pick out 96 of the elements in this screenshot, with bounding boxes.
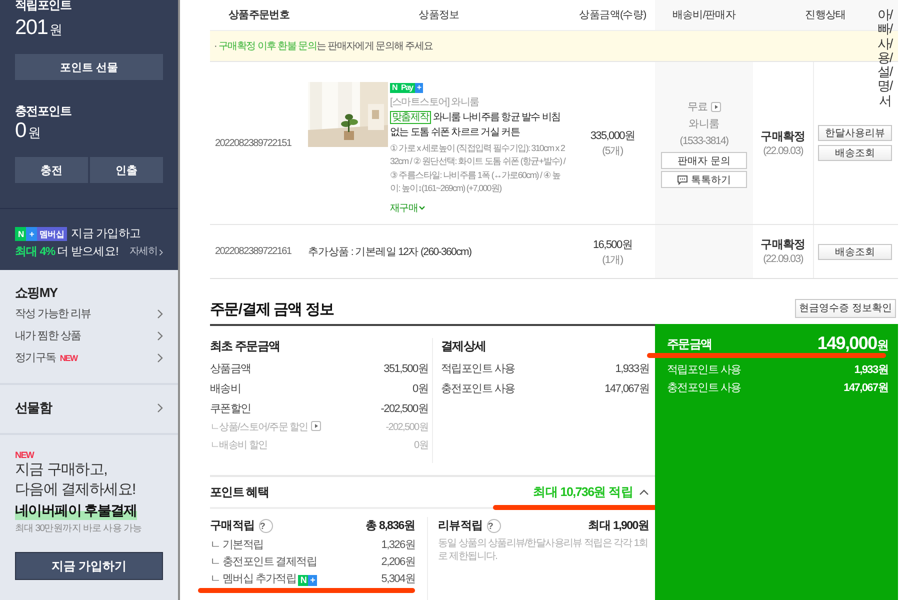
order-status: 구매확정 [760, 130, 806, 144]
amount-label: 적립포인트 사용 [667, 363, 741, 378]
amount-value: 0원 [414, 439, 428, 453]
new-label: NEW [60, 352, 78, 365]
amount-value: 351,500원 [384, 362, 428, 377]
menu-item[interactable]: 정기구독 NEW [15, 347, 163, 369]
seller-inquiry-button[interactable]: 판매자 문의 [661, 152, 747, 169]
status-date: (22.09.03) [763, 144, 803, 158]
help-icon[interactable]: ? [486, 519, 501, 533]
total-label: 주문금액 [667, 336, 712, 353]
amount-value: 5,304원 [381, 572, 415, 587]
amount-value: 1,326원 [381, 538, 415, 553]
seller-name: 와니룸 [688, 117, 720, 132]
chevron-right-icon [157, 309, 163, 319]
amount-label: 충전포인트 사용 [441, 382, 515, 397]
charge-points-label: 충전포인트 [15, 104, 72, 118]
chevron-right-icon [159, 248, 163, 256]
amount-value: -202,500원 [386, 421, 428, 435]
price: 16,500원 [592, 238, 632, 252]
speech-bubble-icon [677, 174, 688, 184]
vertical-note: 아/빠/사/용/설/명/서 [876, 8, 893, 108]
gift-box-item[interactable]: 선물함 [15, 396, 163, 420]
column-header: 배송비/판매자 [655, 0, 753, 30]
amount-label: ㄴ 멤버십 추가적립 N + [210, 572, 317, 588]
total-amount: 149,000원 [817, 332, 888, 355]
tracking-button[interactable]: 배송조회 [818, 244, 892, 260]
amount-label: 적립포인트 사용 [441, 362, 515, 377]
review-note: 동일 상품의 상품리뷰/한달사용리뷰 적립은 각각 1회로 제한됩니다. [438, 537, 649, 563]
rebuy-link[interactable]: 재구매 [390, 201, 425, 216]
chevron-right-icon [157, 403, 163, 413]
points-label: 적립포인트 [15, 0, 72, 12]
seller-phone: (1533-3814) [680, 134, 728, 149]
column-title: 결제상세 [441, 338, 487, 354]
amount-value: 2,206원 [381, 555, 415, 570]
new-label: NEW [15, 450, 36, 460]
membership-text: 지금 가입하고 [71, 227, 141, 242]
shipping-fee: 무료 [687, 98, 721, 116]
amount-value: 1,933원 [615, 362, 649, 377]
price: 335,000원 [590, 129, 635, 143]
addon-product: 추가상품 : 기본레일 12자 (260-360cm) [308, 244, 472, 258]
amount-value: 1,933원 [854, 363, 888, 378]
withdraw-button[interactable]: 인출 [90, 157, 163, 183]
amount-label: 리뷰적립 [438, 519, 483, 534]
review-button[interactable]: 한달사용리뷰 [818, 125, 892, 141]
column-header: 상품주문번호 [227, 8, 291, 23]
promo-note: 최대 30만원까지 바로 사용 가능 [15, 522, 143, 536]
amount-value: 0원 [412, 382, 428, 397]
product-title[interactable]: 맞춤제작 와니룸 나비주름 항균 발수 비침없는 도톰 쉬폰 차르르 거실 커튼 [390, 110, 566, 140]
membership-offer: 최대 4% 더 받으세요! [15, 245, 118, 260]
charge-button[interactable]: 충전 [15, 157, 88, 183]
amount-label: 구매적립 [210, 519, 255, 534]
amount-value: 총 8,836원 [365, 519, 415, 534]
join-button[interactable]: 지금 가입하기 [15, 552, 163, 580]
store-name: [스마트스토어] 와니룸 [390, 96, 479, 110]
amount-value: 147,067원 [604, 382, 649, 397]
promo-text: 지금 구매하고, [15, 460, 108, 480]
amount-value: 최대 1,900원 [588, 519, 649, 534]
order-status: 구매확정 [760, 238, 806, 252]
status-date: (22.09.03) [763, 252, 803, 266]
receipt-button[interactable]: 현금영수증 정보확인 [795, 298, 896, 318]
amount-label: 상품금액 [210, 362, 251, 377]
amount-label: ㄴ상품/스토어/주문 할인 [210, 419, 321, 437]
caret-down-icon [418, 206, 425, 210]
chevron-right-icon [157, 353, 163, 363]
column-title: 최초 주문금액 [210, 338, 281, 354]
menu-item[interactable]: 내가 찜한 상품 [15, 325, 163, 347]
points-balance: 201 원 [15, 16, 63, 41]
amount-label: ㄴ배송비 할인 [210, 439, 268, 453]
charge-points-balance: 0 원 [15, 119, 42, 144]
section-title: 쇼핑MY [15, 285, 59, 301]
caret-up-icon[interactable] [639, 489, 649, 495]
column-header: 상품금액(수량) [578, 8, 647, 23]
amount-label: 쿠폰할인 [210, 402, 251, 417]
chat-button[interactable]: 톡톡하기 [661, 171, 747, 188]
tracking-button[interactable]: 배송조회 [818, 145, 892, 161]
play-box-icon [710, 102, 721, 112]
menu-item[interactable]: 작성 가능한 리뷰 [15, 303, 163, 325]
section-title: 주문/결제 금액 정보 [210, 300, 334, 318]
amount-label: 배송비 [210, 382, 241, 397]
column-header: 상품정보 [418, 8, 460, 23]
amount-value: 147,067원 [844, 381, 888, 396]
quantity: (5개) [602, 144, 623, 159]
amount-label: ㄴ 기본적립 [210, 538, 264, 553]
details-link[interactable]: 자세히 [129, 243, 163, 261]
amount-label: 충전포인트 사용 [667, 381, 741, 396]
order-number: 2022082389722151 [214, 136, 292, 150]
order-number: 2022082389722161 [214, 245, 292, 259]
quantity: (1개) [602, 252, 623, 268]
product-options: ① 가로 x 세로높이 (직접입력 필수기입): 310cm x 232cm / ② 원단선택: 화이트 도톰 쉬폰 (항균+발수) / ③ 주름스타일: 나비주름 1폭 (↔가로60cm) / ④ 높이: 높이↕(161~269cm) (+7,000원) [390, 142, 566, 196]
promo-text: 다음에 결제하세요! [15, 480, 136, 500]
section-title: 포인트 혜택 [210, 484, 269, 500]
chevron-right-icon [157, 331, 163, 341]
amount-label: ㄴ 충전포인트 결제적립 [210, 555, 317, 570]
help-icon[interactable]: ? [258, 519, 273, 533]
gift-points-button[interactable]: 포인트 선물 [15, 54, 163, 80]
amount-value: -202,500원 [380, 402, 428, 417]
